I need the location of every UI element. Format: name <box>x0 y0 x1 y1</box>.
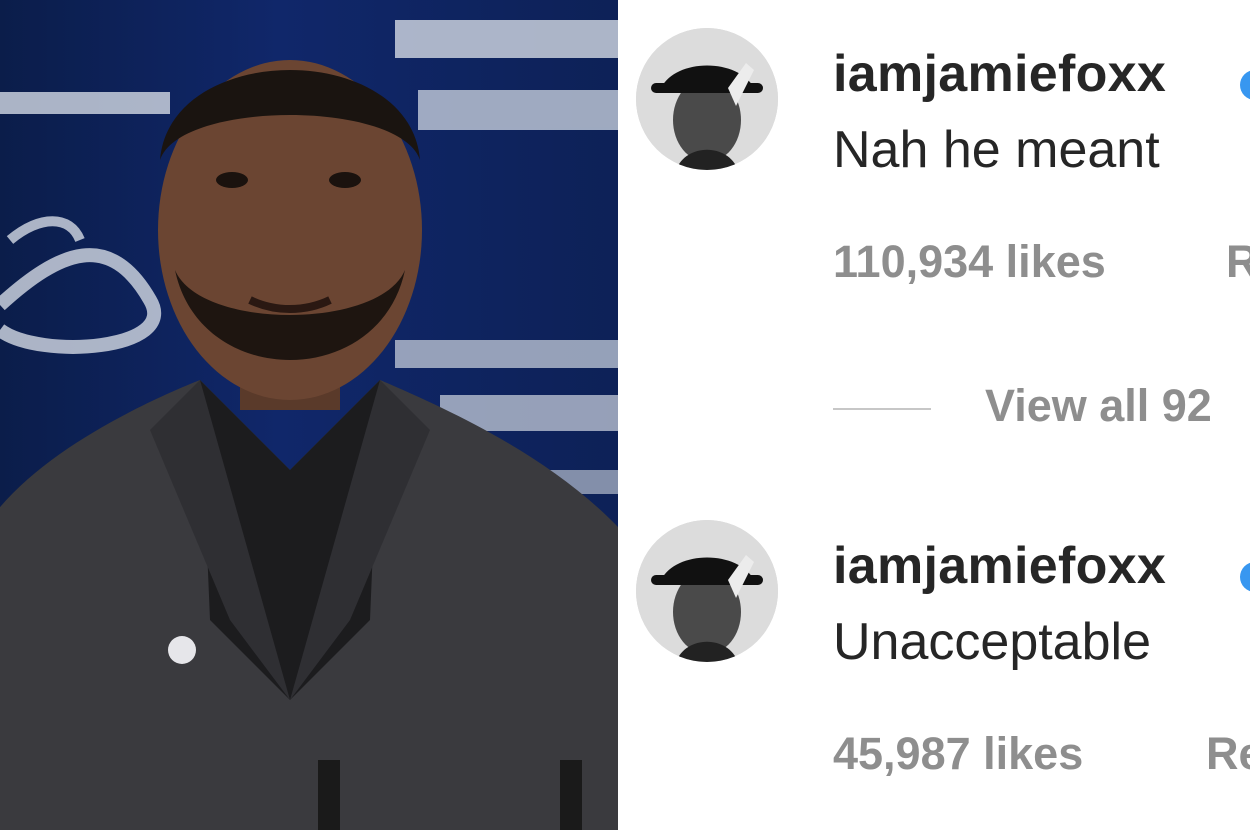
comment-likes[interactable]: 45,987 likes <box>833 728 1083 780</box>
comment-username[interactable]: iamjamiefoxx <box>833 536 1166 596</box>
comments-panel: iamjamiefoxx Nah he meant 110,934 likes … <box>628 0 1250 830</box>
view-replies-button[interactable]: View all 92 <box>833 380 1250 440</box>
view-replies-label: View all 92 <box>985 380 1212 431</box>
comment-text: Nah he meant <box>833 121 1160 179</box>
person-in-hat-avatar-icon[interactable] <box>636 28 778 170</box>
verified-badge-icon <box>1240 562 1250 592</box>
speaker-photo-illustration <box>0 20 618 830</box>
comment-likes[interactable]: 110,934 likes <box>833 236 1106 288</box>
verified-badge-icon <box>1240 70 1250 100</box>
speaker-photo <box>0 0 618 830</box>
person-in-hat-avatar-icon[interactable] <box>636 520 778 662</box>
view-replies-line <box>833 408 931 410</box>
lapel-pin <box>168 636 196 664</box>
comment-text: Unacceptable <box>833 613 1151 671</box>
reply-button[interactable]: R <box>1226 236 1250 288</box>
comment-username[interactable]: iamjamiefoxx <box>833 44 1166 104</box>
panel-divider <box>618 0 628 830</box>
reply-button[interactable]: Re <box>1206 728 1250 780</box>
microphone <box>318 760 340 830</box>
